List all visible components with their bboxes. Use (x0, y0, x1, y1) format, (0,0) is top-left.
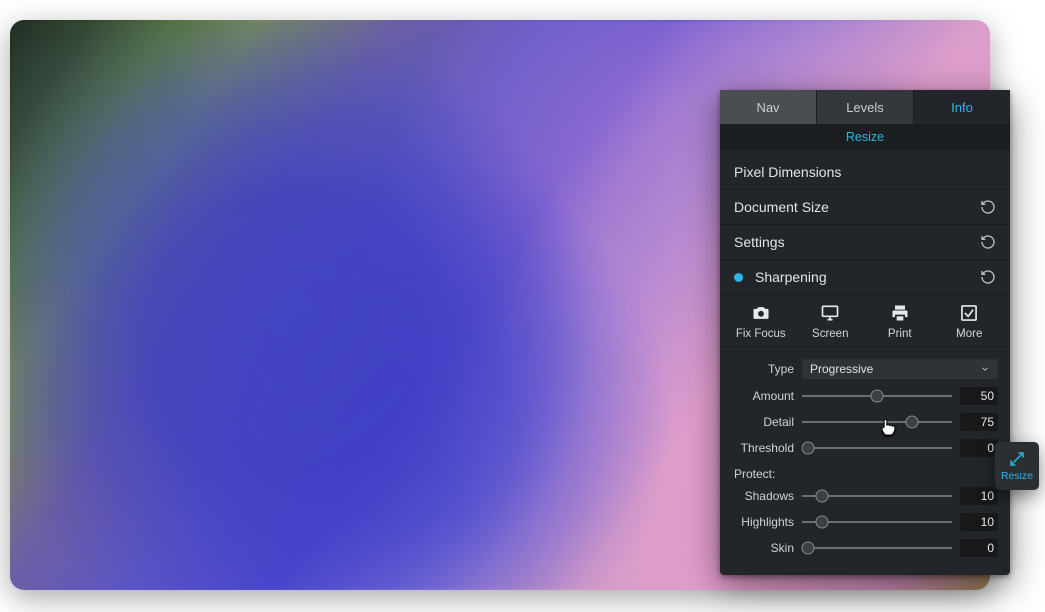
slider-amount: Amount 50 (732, 383, 998, 409)
section-document-size[interactable]: Document Size (720, 189, 1010, 224)
panel-tabs: Nav Levels Info (720, 90, 1010, 124)
info-panel: Nav Levels Info Resize Pixel Dimensions … (720, 90, 1010, 575)
protect-label: Protect: (732, 461, 998, 483)
section-title: Pixel Dimensions (734, 164, 841, 180)
slider-track[interactable] (802, 541, 952, 555)
slider-track[interactable] (802, 389, 952, 403)
slider-label: Skin (732, 541, 794, 555)
slider-threshold: Threshold 0 (732, 435, 998, 461)
reset-icon[interactable] (980, 199, 996, 215)
type-label: Type (732, 362, 794, 376)
resize-tool-chip[interactable]: Resize (995, 442, 1039, 490)
section-title: Sharpening (755, 269, 827, 285)
section-title: Document Size (734, 199, 829, 215)
slider-value[interactable]: 10 (960, 513, 998, 531)
preset-label: Fix Focus (736, 328, 786, 340)
section-sharpening[interactable]: Sharpening (720, 259, 1010, 294)
resize-icon (1008, 450, 1026, 468)
tab-nav[interactable]: Nav (720, 90, 817, 124)
chevron-down-icon (980, 364, 990, 374)
chip-label: Resize (1001, 470, 1033, 482)
tab-info[interactable]: Info (914, 90, 1010, 124)
slider-track[interactable] (802, 515, 952, 529)
preset-more[interactable]: More (939, 303, 999, 340)
slider-value[interactable]: 50 (960, 387, 998, 405)
slider-value[interactable]: 10 (960, 487, 998, 505)
slider-track[interactable] (802, 441, 952, 455)
slider-value[interactable]: 75 (960, 413, 998, 431)
reset-icon[interactable] (980, 269, 996, 285)
checkbox-more-icon (958, 303, 980, 323)
type-value: Progressive (810, 362, 873, 376)
section-settings[interactable]: Settings (720, 224, 1010, 259)
slider-track[interactable] (802, 489, 952, 503)
type-select[interactable]: Progressive (802, 359, 998, 379)
slider-value[interactable]: 0 (960, 539, 998, 557)
enabled-dot-icon[interactable] (734, 273, 743, 282)
monitor-icon (819, 303, 841, 323)
slider-label: Amount (732, 389, 794, 403)
slider-label: Detail (732, 415, 794, 429)
slider-shadows: Shadows 10 (732, 483, 998, 509)
preset-label: Screen (812, 328, 848, 340)
panel-subheader-resize[interactable]: Resize (720, 124, 1010, 150)
slider-track[interactable] (802, 415, 952, 429)
preset-fix-focus[interactable]: Fix Focus (731, 303, 791, 340)
tab-levels[interactable]: Levels (817, 90, 914, 124)
slider-label: Threshold (732, 441, 794, 455)
slider-skin: Skin 0 (732, 535, 998, 561)
preset-screen[interactable]: Screen (800, 303, 860, 340)
slider-label: Shadows (732, 489, 794, 503)
slider-detail: Detail 75 (732, 409, 998, 435)
camera-icon (750, 303, 772, 323)
printer-icon (889, 303, 911, 323)
slider-highlights: Highlights 10 (732, 509, 998, 535)
preset-button-row: Fix Focus Screen Print More (720, 294, 1010, 346)
slider-value[interactable]: 0 (960, 439, 998, 457)
section-pixel-dimensions[interactable]: Pixel Dimensions (720, 150, 1010, 189)
reset-icon[interactable] (980, 234, 996, 250)
section-title: Settings (734, 234, 785, 250)
slider-label: Highlights (732, 515, 794, 529)
preset-label: Print (888, 328, 912, 340)
preset-label: More (956, 328, 982, 340)
preset-print[interactable]: Print (870, 303, 930, 340)
